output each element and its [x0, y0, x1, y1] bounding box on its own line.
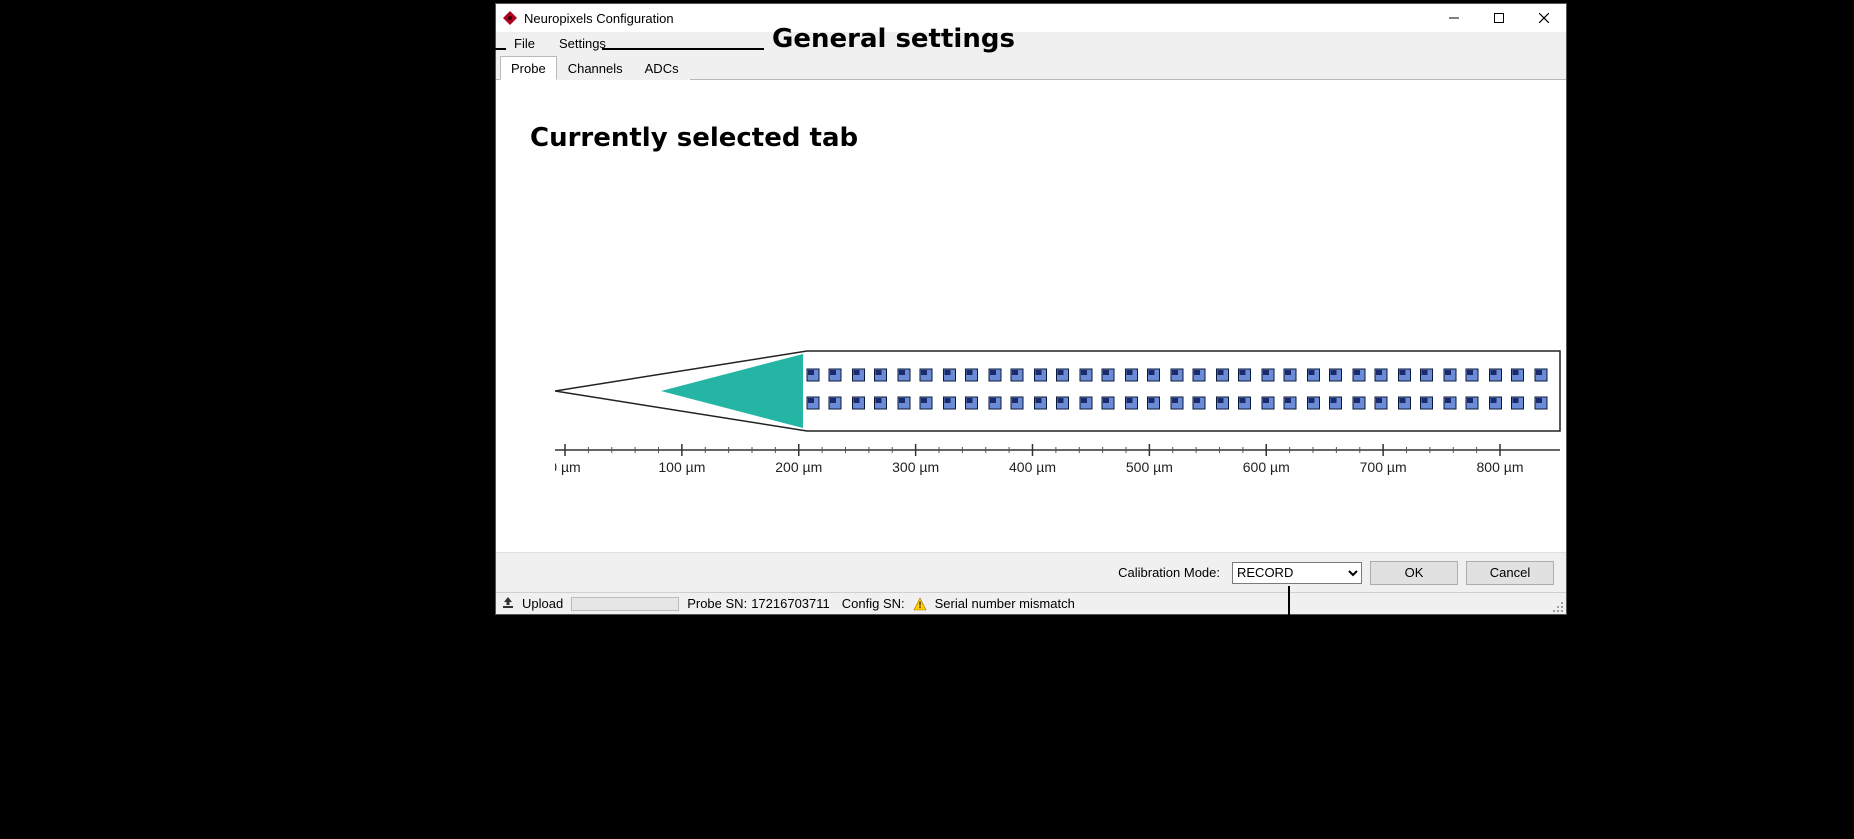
ok-button[interactable]: OK: [1370, 561, 1458, 585]
axis-tick-label: 100 µm: [658, 459, 705, 475]
cancel-button[interactable]: Cancel: [1466, 561, 1554, 585]
tab-adcs[interactable]: ADCs: [634, 56, 690, 80]
app-icon: [502, 10, 518, 26]
calibration-mode-select[interactable]: RECORD: [1232, 562, 1362, 584]
annotation-tick-upload: [619, 615, 621, 637]
button-bar: Calibration Mode: RECORD OK Cancel: [496, 552, 1566, 592]
probe-sn-value: 17216703711: [751, 596, 830, 611]
statusbar: Upload Probe SN: 17216703711 Config SN: …: [496, 592, 1566, 614]
upload-progress: [571, 597, 679, 611]
config-sn-label: Config SN:: [842, 596, 905, 611]
axis-tick-label: 700 µm: [1360, 459, 1407, 475]
calibration-mode-label: Calibration Mode:: [1118, 565, 1220, 580]
app-window: Neuropixels Configuration File Settings …: [495, 3, 1567, 615]
annotation-general-settings: General settings: [772, 24, 1015, 54]
tab-strip: Probe Channels ADCs: [496, 54, 1566, 80]
probe-diagram: 0 µm 100 µm 200 µm 300 µm 400 µm 500 µm 600 µm…: [555, 260, 1565, 490]
window-title: Neuropixels Configuration: [524, 11, 674, 26]
close-button[interactable]: [1521, 4, 1566, 32]
menubar: File Settings: [496, 32, 1566, 54]
axis-tick-label: 800 µm: [1477, 459, 1524, 475]
axis-tick-label: 300 µm: [892, 459, 939, 475]
annotation-line-file: [493, 48, 506, 50]
menu-file[interactable]: File: [502, 34, 547, 53]
axis-tick-label: 0 µm: [555, 459, 581, 475]
axis-tick-label: 200 µm: [775, 459, 822, 475]
upload-label: Upload: [522, 596, 563, 611]
tab-channels[interactable]: Channels: [557, 56, 634, 80]
maximize-button[interactable]: [1476, 4, 1521, 32]
annotation-tick-select: [1288, 586, 1290, 636]
tab-probe[interactable]: Probe: [500, 56, 557, 80]
annotation-current-tab: Currently selected tab: [530, 123, 858, 153]
warning-text: Serial number mismatch: [935, 596, 1075, 611]
warning-icon: [913, 597, 927, 611]
annotation-line-general: [602, 48, 764, 50]
menu-settings[interactable]: Settings: [547, 34, 618, 53]
axis-tick-label: 400 µm: [1009, 459, 1056, 475]
titlebar: Neuropixels Configuration: [496, 4, 1566, 32]
upload-icon: [502, 596, 514, 611]
resize-grip[interactable]: [1550, 599, 1564, 613]
minimize-button[interactable]: [1431, 4, 1476, 32]
axis-tick-label: 600 µm: [1243, 459, 1290, 475]
axis-tick-label: 500 µm: [1126, 459, 1173, 475]
probe-sn-label: Probe SN:: [687, 596, 747, 611]
